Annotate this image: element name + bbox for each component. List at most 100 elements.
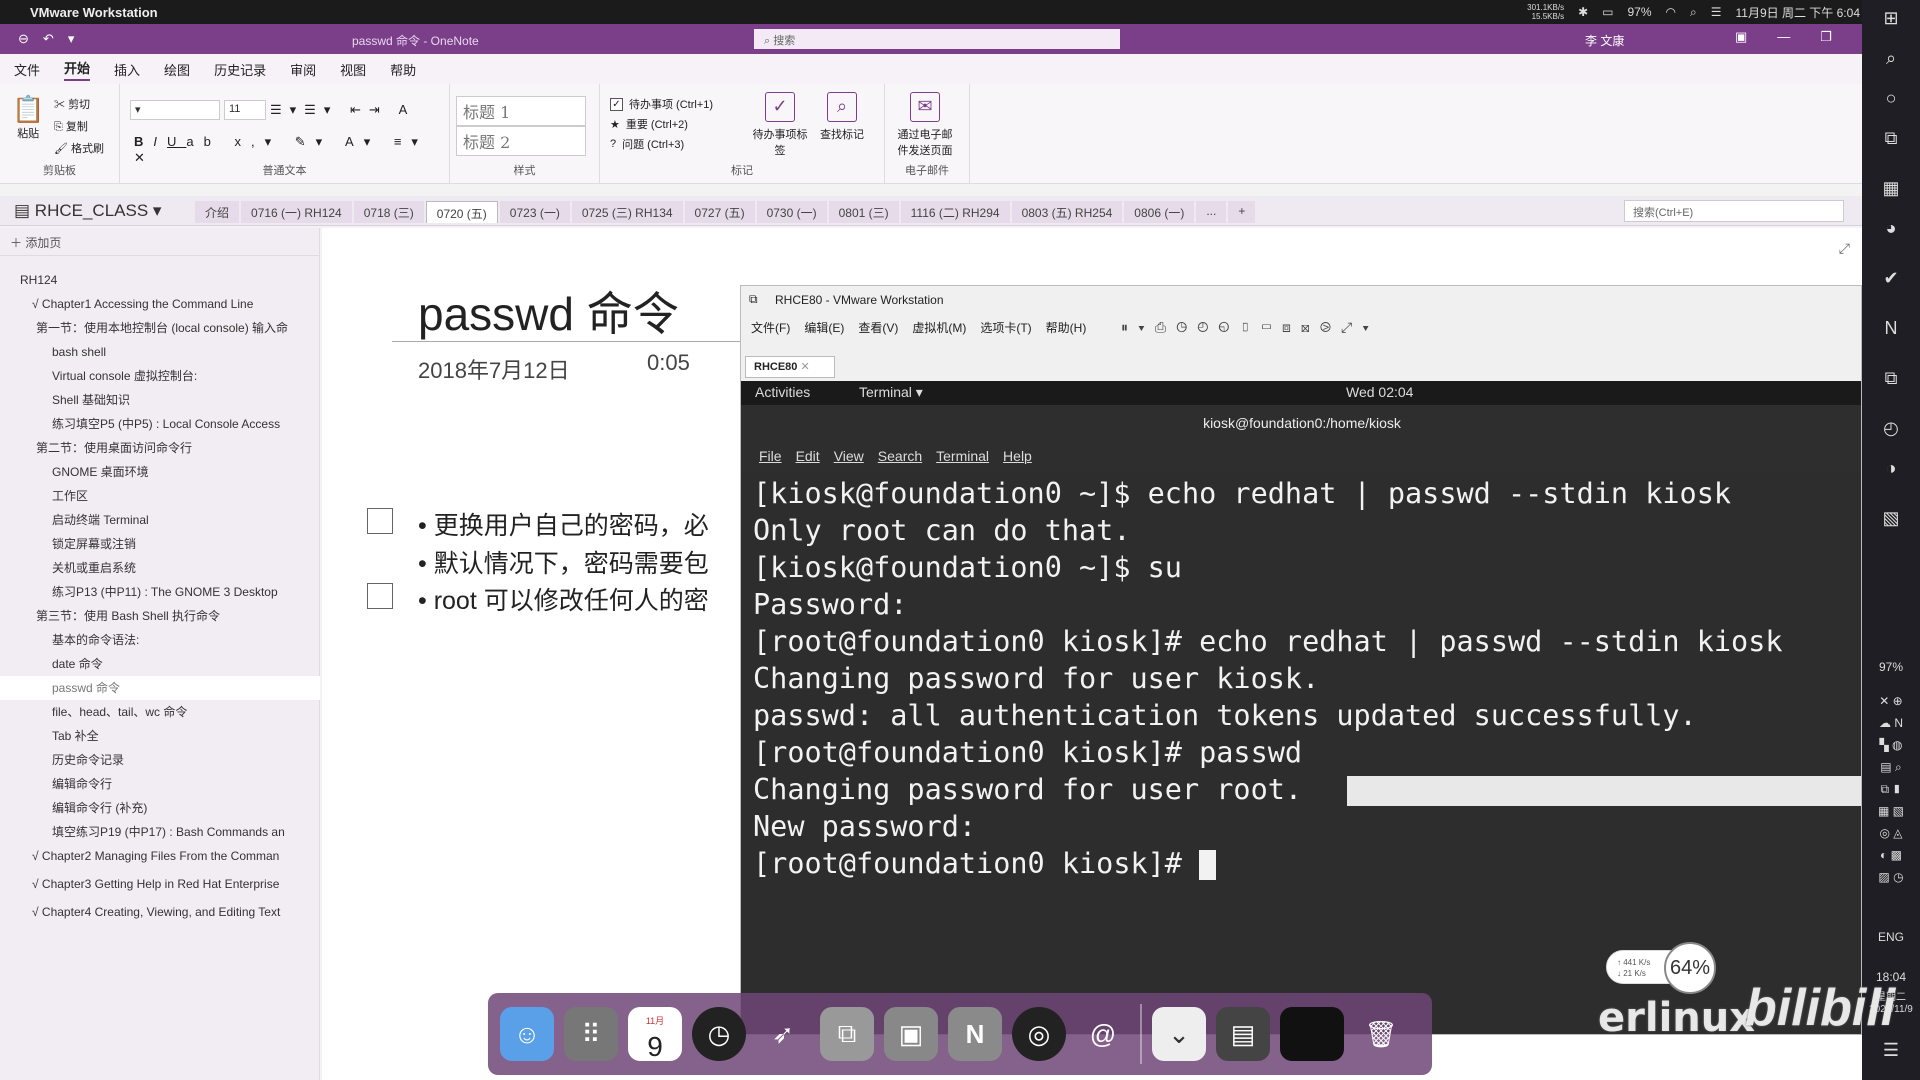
user-name[interactable]: 李 文康 — [1585, 32, 1624, 49]
title-search-box[interactable]: ⌕ 搜索 — [754, 29, 1120, 49]
bluetooth-icon[interactable]: ✱ — [1578, 5, 1588, 19]
tag-todo[interactable]: ✓ 待办事项 (Ctrl+1) — [610, 96, 713, 112]
todo-checkbox[interactable] — [367, 508, 393, 534]
downloads-icon[interactable]: ⌄ — [1152, 1007, 1206, 1061]
vm-menu-tabs[interactable]: 选项卡(T) — [980, 319, 1031, 336]
tab-review[interactable]: 审阅 — [290, 60, 316, 79]
active-app-name[interactable]: VMware Workstation — [30, 5, 158, 20]
copy-button[interactable]: ⎘ 复制 — [54, 116, 104, 138]
note-bullet[interactable]: • 默认情况下，密码需要包 — [418, 544, 709, 580]
vm-menu-view[interactable]: 查看(V) — [858, 319, 898, 336]
format-painter-button[interactable]: 🖌 格式刷 — [54, 138, 104, 160]
vmware-icon[interactable]: ⧉ — [820, 1007, 874, 1061]
parallels-icon[interactable]: ▣ — [884, 1007, 938, 1061]
finder-icon[interactable]: ☺ — [500, 1007, 554, 1061]
vmware-toolbar[interactable]: ⏸▾⎙◷◴◵▯▭⧈⊠⧁⤢▾ — [1121, 319, 1379, 336]
page-list-item[interactable]: passwd 命令 — [0, 676, 320, 700]
page-list-item[interactable]: 练习P13 (中P11) : The GNOME 3 Desktop — [0, 580, 320, 604]
page-list-item[interactable]: 第二节：使用桌面访问命令行 — [0, 436, 320, 460]
app-icon[interactable]: ◑ — [1862, 458, 1920, 479]
activities-button[interactable]: Activities — [755, 384, 810, 400]
customize-icon[interactable]: ▾ — [68, 31, 75, 47]
note-bullet[interactable]: • root 可以修改任何人的密 — [418, 581, 709, 617]
page-list-item[interactable]: 第一节：使用本地控制台 (local console) 输入命 — [0, 316, 320, 340]
page-list-item[interactable]: Shell 基础知识 — [0, 388, 320, 412]
feather-icon[interactable]: ➶ — [756, 1007, 810, 1061]
page-list-item[interactable]: 锁定屏幕或注销 — [0, 532, 320, 556]
tab-draw[interactable]: 绘图 — [164, 60, 190, 79]
term-menu-view[interactable]: View — [834, 448, 864, 464]
speed-percent-badge[interactable]: 64% — [1664, 942, 1716, 994]
section-tab[interactable]: 0716 (一) RH124 — [241, 201, 352, 223]
note-bullet[interactable]: • 更换用户自己的密码，必 — [418, 506, 709, 542]
search-icon[interactable]: ⌕ — [1690, 5, 1697, 20]
onenote-taskbar-icon[interactable]: N — [1862, 318, 1920, 339]
page-list-item[interactable]: 编辑命令行 — [0, 772, 320, 796]
guest-screen[interactable]: Activities Terminal ▾ Wed 02:04 kiosk@fo… — [741, 381, 1861, 1034]
control-center-icon[interactable]: ☰ — [1711, 5, 1722, 19]
tag-important[interactable]: ★ 重要 (Ctrl+2) — [610, 116, 688, 132]
font-size-select[interactable]: 11 — [224, 100, 266, 120]
page-list-item[interactable]: 启动终端 Terminal — [0, 508, 320, 532]
app-icon[interactable]: ◴ — [1862, 418, 1920, 439]
menubar-clock[interactable]: 11月9日 周二 下午 6:04 — [1736, 4, 1861, 21]
tab-file[interactable]: 文件 — [14, 60, 40, 79]
page-list-item[interactable]: Tab 补全 — [0, 724, 320, 748]
tab-view[interactable]: 视图 — [340, 60, 366, 79]
style-heading1[interactable]: 标题 1 — [456, 96, 586, 126]
input-language[interactable]: ENG — [1862, 930, 1920, 944]
tab-insert[interactable]: 插入 — [114, 60, 140, 79]
page-list-item[interactable]: 基本的命令语法: — [0, 628, 320, 652]
section-tab[interactable]: + — [1228, 201, 1256, 223]
font-family-select[interactable]: ▾ — [130, 100, 220, 120]
term-menu-help[interactable]: Help — [1003, 448, 1032, 464]
section-tab[interactable]: 0725 (三) RH134 — [571, 201, 683, 223]
tab-close-icon[interactable]: ✕ — [800, 361, 809, 373]
tab-help[interactable]: 帮助 — [390, 60, 416, 79]
preview-icon[interactable]: ▤ — [1216, 1007, 1270, 1061]
term-menu-file[interactable]: File — [759, 448, 782, 464]
calendar-icon[interactable]: 11月 9 — [628, 1007, 682, 1061]
app-icon[interactable]: ◕ — [1862, 218, 1920, 239]
terminal-app-menu[interactable]: Terminal ▾ — [859, 384, 923, 401]
battery-percent[interactable]: 97% — [1627, 5, 1651, 19]
page-title[interactable]: passwd 命令 — [418, 278, 679, 344]
paste-button[interactable]: 📋 粘贴 — [12, 94, 44, 141]
obs-icon[interactable]: ◎ — [1012, 1007, 1066, 1061]
ribbon-display-icon[interactable]: ▣ — [1735, 29, 1747, 45]
undo-icon[interactable]: ↶ — [43, 31, 54, 47]
page-list-item[interactable]: date 命令 — [0, 652, 320, 676]
expand-icon[interactable]: ⤢ — [1839, 240, 1850, 257]
task-view-icon[interactable]: ⧉ — [1862, 128, 1920, 149]
wifi-icon[interactable]: ◠ — [1666, 5, 1676, 19]
vm-tab[interactable]: RHCE80 ✕ — [745, 356, 835, 378]
email-page-button[interactable]: ✉ 通过电子邮件发送页面 — [893, 92, 957, 158]
page-list-item[interactable]: 编辑命令行 (补充) — [0, 796, 320, 820]
gnome-clock[interactable]: Wed 02:04 — [1346, 384, 1413, 400]
term-menu-edit[interactable]: Edit — [796, 448, 820, 464]
vm-menu-vm[interactable]: 虚拟机(M) — [912, 319, 966, 336]
page-list-item[interactable]: Virtual console 虚拟控制台: — [0, 364, 320, 388]
app-icon[interactable]: ✔ — [1862, 268, 1920, 289]
section-tab[interactable]: 1116 (二) RH294 — [900, 201, 1010, 223]
page-list-item[interactable]: 历史命令记录 — [0, 748, 320, 772]
launchpad-icon[interactable]: ⠿ — [564, 1007, 618, 1061]
term-menu-search[interactable]: Search — [878, 448, 922, 464]
page-list-item[interactable]: GNOME 桌面环境 — [0, 460, 320, 484]
cortana-icon[interactable]: ○ — [1862, 88, 1920, 109]
page-list-item[interactable]: 填空练习P19 (中P17) : Bash Commands an — [0, 820, 320, 844]
app-icon[interactable]: ⧉ — [1862, 368, 1920, 389]
app-icon[interactable]: ▦ — [1862, 178, 1920, 199]
tab-history[interactable]: 历史记录 — [214, 60, 266, 79]
onenote-icon[interactable]: N — [948, 1007, 1002, 1061]
todo-checkbox[interactable] — [367, 583, 393, 609]
section-tab[interactable]: ... — [1196, 201, 1227, 223]
tab-home[interactable]: 开始 — [64, 58, 91, 81]
cut-button[interactable]: ✂ 剪切 — [54, 94, 104, 116]
section-tab[interactable]: 0718 (三) — [353, 201, 424, 223]
vm-menu-help[interactable]: 帮助(H) — [1046, 319, 1087, 336]
maximize-icon[interactable]: ❐ — [1820, 29, 1832, 45]
page-list-item[interactable]: √ Chapter1 Accessing the Command Line — [0, 292, 320, 316]
term-menu-terminal[interactable]: Terminal — [936, 448, 989, 464]
page-list-item[interactable]: 工作区 — [0, 484, 320, 508]
